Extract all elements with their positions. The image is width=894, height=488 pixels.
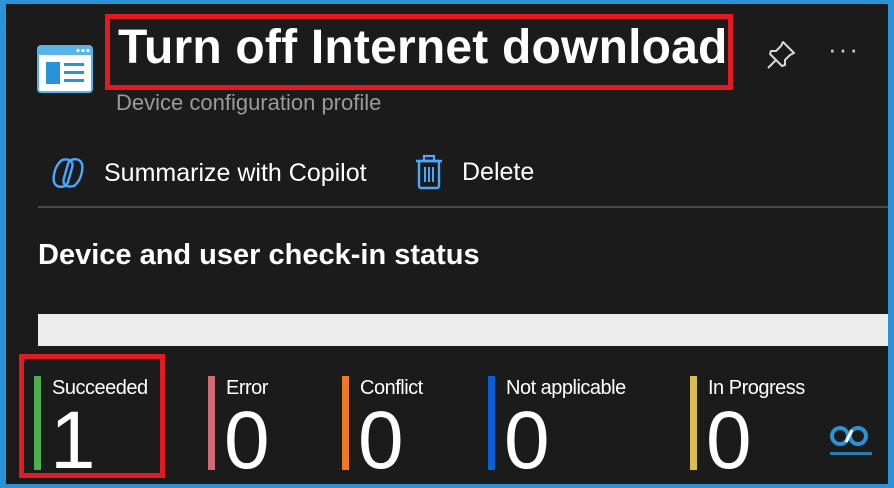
trash-icon xyxy=(416,154,442,190)
status-progress-bar xyxy=(38,314,888,346)
succeeded-highlight-box xyxy=(19,354,165,478)
copilot-icon xyxy=(52,158,84,188)
summarize-copilot-button[interactable]: Summarize with Copilot xyxy=(50,156,367,190)
page-title: Turn off Internet download xyxy=(118,21,728,74)
community-logo-icon xyxy=(830,426,872,455)
stat-value: 0 xyxy=(504,395,550,484)
delete-label: Delete xyxy=(462,157,535,186)
page-subtitle: Device configuration profile xyxy=(116,90,382,115)
stat-value: 0 xyxy=(706,395,752,484)
stat-color-bar xyxy=(208,376,215,470)
stat-value: 0 xyxy=(224,395,270,484)
toolbar-divider xyxy=(38,206,888,208)
summarize-copilot-label: Summarize with Copilot xyxy=(104,158,367,187)
more-options-icon[interactable]: ··· xyxy=(828,34,860,65)
stat-color-bar xyxy=(342,376,349,470)
pin-icon[interactable] xyxy=(764,38,798,72)
delete-button[interactable]: Delete xyxy=(414,154,534,190)
section-title: Device and user check-in status xyxy=(38,239,480,271)
stat-color-bar xyxy=(690,376,697,470)
configuration-profile-icon xyxy=(37,45,93,93)
stat-value: 0 xyxy=(358,395,404,484)
stat-color-bar xyxy=(488,376,495,470)
blade-panel: Turn off Internet download Device config… xyxy=(6,4,888,484)
